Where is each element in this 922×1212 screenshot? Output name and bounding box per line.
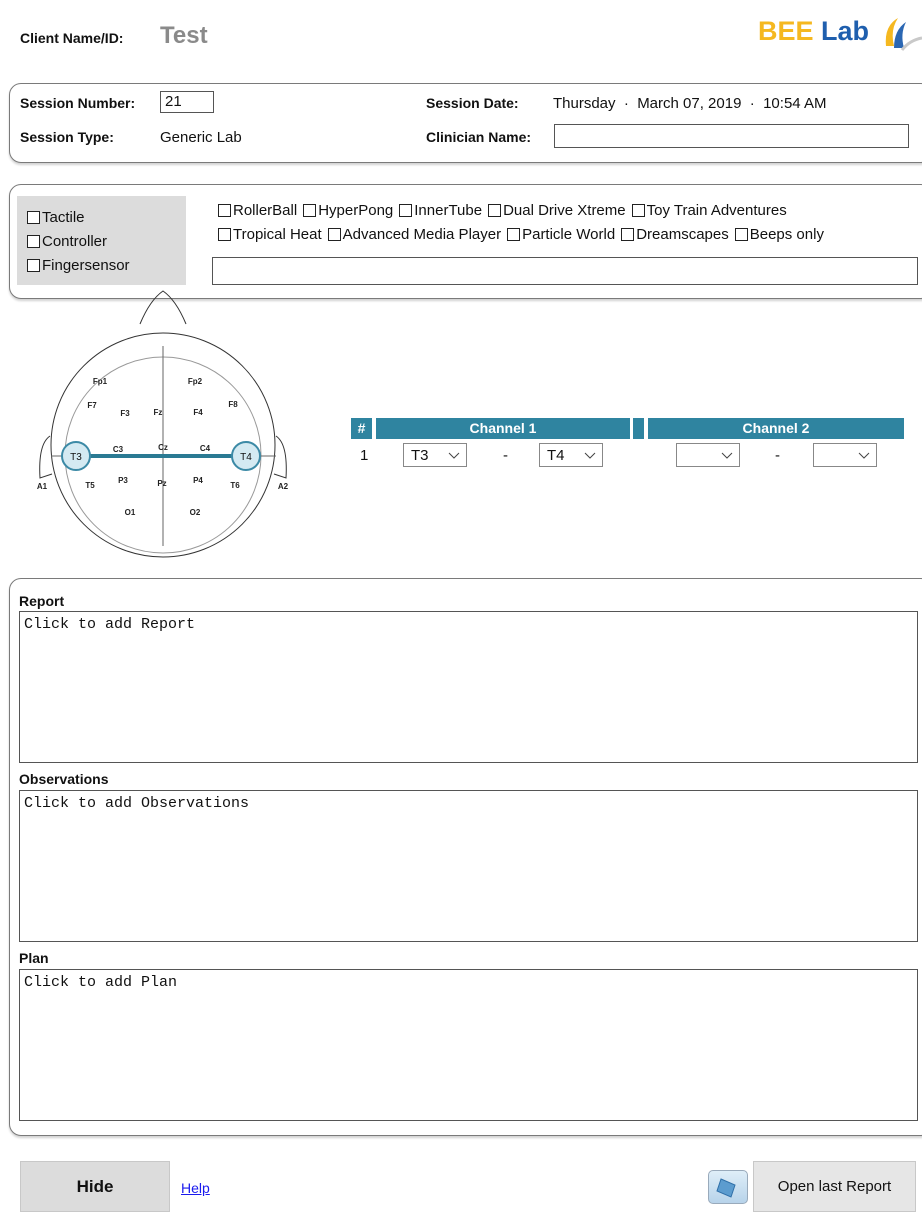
- chevron-down-icon: [721, 452, 733, 459]
- site-a2[interactable]: A2: [278, 482, 289, 491]
- site-pz[interactable]: Pz: [157, 479, 166, 488]
- tactile-checkbox[interactable]: [27, 211, 40, 224]
- channel-spacer-header: [633, 418, 644, 439]
- site-fz[interactable]: Fz: [154, 408, 163, 417]
- modality-fingersensor[interactable]: Fingersensor: [27, 257, 130, 274]
- channel-2-active-select[interactable]: [676, 443, 740, 467]
- site-t6[interactable]: T6: [230, 481, 240, 490]
- nose-shape: [139, 290, 187, 325]
- session-number-label: Session Number:: [20, 95, 136, 111]
- channel-1-dash: -: [503, 447, 508, 464]
- games-row-1: RollerBall HyperPong InnerTube Dual Driv…: [218, 202, 793, 219]
- game-particle-world[interactable]: Particle World: [507, 226, 615, 243]
- game-dreamscapes[interactable]: Dreamscapes: [621, 226, 729, 243]
- site-c3[interactable]: C3: [113, 445, 124, 454]
- channel-2-dash: -: [775, 447, 780, 464]
- site-t3[interactable]: T3: [70, 452, 82, 463]
- games-other-input[interactable]: [212, 257, 918, 285]
- advanced-media-player-checkbox[interactable]: [327, 228, 341, 241]
- session-number-input[interactable]: 21: [160, 91, 214, 113]
- site-p3[interactable]: P3: [118, 476, 128, 485]
- modality-controller[interactable]: Controller: [27, 233, 107, 250]
- game-dual-drive-xtreme[interactable]: Dual Drive Xtreme: [488, 202, 626, 219]
- client-name-value: Test: [160, 22, 208, 49]
- game-toy-train-adventures[interactable]: Toy Train Adventures: [631, 202, 787, 219]
- report-document-icon[interactable]: [708, 1170, 748, 1204]
- modality-box: Tactile Controller Fingersensor: [17, 196, 186, 285]
- channel-1-active-select[interactable]: T3: [403, 443, 467, 467]
- clinician-name-input[interactable]: [554, 124, 909, 148]
- game-tropical-heat[interactable]: Tropical Heat: [218, 226, 322, 243]
- site-o1[interactable]: O1: [125, 508, 136, 517]
- channel-1-header: Channel 1: [376, 418, 630, 439]
- hide-button[interactable]: Hide: [20, 1161, 170, 1212]
- game-advanced-media-player[interactable]: Advanced Media Player: [327, 226, 501, 243]
- particle-world-checkbox[interactable]: [507, 228, 521, 241]
- clinician-name-label: Clinician Name:: [426, 129, 532, 145]
- games-row-2: Tropical Heat Advanced Media Player Part…: [218, 226, 830, 243]
- modality-tactile[interactable]: Tactile: [27, 209, 85, 226]
- innertube-checkbox[interactable]: [399, 204, 413, 217]
- site-o2[interactable]: O2: [190, 508, 201, 517]
- session-type-value: Generic Lab: [160, 129, 242, 146]
- rollerball-checkbox[interactable]: [218, 204, 231, 217]
- site-c4[interactable]: C4: [200, 444, 211, 453]
- beeps-only-checkbox[interactable]: [734, 228, 748, 241]
- logo-lab-text: Lab: [821, 16, 870, 46]
- hyperpong-checkbox[interactable]: [303, 204, 317, 217]
- report-label: Report: [19, 593, 65, 609]
- fingersensor-checkbox[interactable]: [27, 259, 40, 272]
- observations-label: Observations: [19, 771, 109, 787]
- site-f8[interactable]: F8: [228, 400, 238, 409]
- channel-row-number: 1: [360, 447, 369, 464]
- session-date-value: Thursday · March 07, 2019 · 10:54 AM: [553, 95, 827, 112]
- plan-textarea[interactable]: Click to add Plan: [19, 969, 918, 1121]
- game-beeps-only[interactable]: Beeps only: [734, 226, 824, 243]
- logo-wing-icon: [885, 18, 922, 51]
- plan-label: Plan: [19, 950, 49, 966]
- observations-textarea[interactable]: Click to add Observations: [19, 790, 918, 942]
- open-last-report-button[interactable]: Open last Report: [753, 1161, 916, 1212]
- right-ear-shape: [273, 435, 287, 479]
- toy-train-adventures-checkbox[interactable]: [631, 204, 645, 217]
- chevron-down-icon: [584, 452, 596, 459]
- logo-bee-text: BEE: [758, 16, 814, 46]
- report-textarea[interactable]: Click to add Report: [19, 611, 918, 763]
- site-t5[interactable]: T5: [85, 481, 95, 490]
- game-innertube[interactable]: InnerTube: [399, 202, 482, 219]
- game-rollerball[interactable]: RollerBall: [218, 202, 297, 219]
- chevron-down-icon: [448, 452, 460, 459]
- site-fp2[interactable]: Fp2: [188, 377, 203, 386]
- channel-1-reference-select[interactable]: T4: [539, 443, 603, 467]
- dual-drive-xtreme-checkbox[interactable]: [488, 204, 502, 217]
- tropical-heat-checkbox[interactable]: [218, 228, 231, 241]
- bee-lab-logo: BEE Lab: [758, 14, 922, 62]
- controller-checkbox[interactable]: [27, 235, 40, 248]
- site-t4[interactable]: T4: [240, 452, 252, 463]
- site-cz[interactable]: Cz: [158, 443, 168, 452]
- game-hyperpong[interactable]: HyperPong: [303, 202, 393, 219]
- client-name-label: Client Name/ID:: [20, 30, 124, 46]
- site-f3[interactable]: F3: [120, 409, 130, 418]
- channel-number-header: #: [351, 418, 372, 439]
- channel-2-reference-select[interactable]: [813, 443, 877, 467]
- site-f7[interactable]: F7: [87, 401, 97, 410]
- help-link[interactable]: Help: [181, 1180, 210, 1196]
- site-fp1[interactable]: Fp1: [93, 377, 108, 386]
- channel-2-header: Channel 2: [648, 418, 904, 439]
- site-p4[interactable]: P4: [193, 476, 203, 485]
- dreamscapes-checkbox[interactable]: [621, 228, 635, 241]
- session-type-label: Session Type:: [20, 129, 114, 145]
- eeg-head-map: Fp1 Fp2 F7 F3 Fz F4 F8 C3 Cz C4 T5 P3 Pz…: [37, 290, 289, 558]
- left-ear-shape: [39, 435, 53, 479]
- session-date-label: Session Date:: [426, 95, 519, 111]
- site-f4[interactable]: F4: [193, 408, 203, 417]
- chevron-down-icon: [858, 452, 870, 459]
- site-a1[interactable]: A1: [37, 482, 48, 491]
